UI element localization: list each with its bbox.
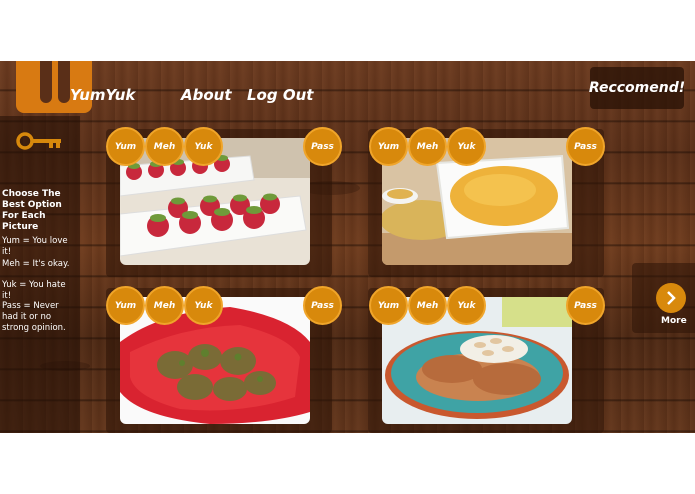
card-2-yum-button[interactable]: Yum <box>369 127 408 166</box>
card-3-meh-button[interactable]: Meh <box>145 286 184 325</box>
more-panel: More <box>632 263 695 333</box>
legend-meh: Meh = It's okay. <box>2 259 70 269</box>
legend-pass: Pass = Never had it or no strong opinion… <box>2 301 66 333</box>
more-button[interactable] <box>656 283 686 313</box>
recommend-button[interactable]: Reccomend! <box>589 67 685 109</box>
key-icon <box>16 132 61 150</box>
chevron-right-icon <box>667 291 676 305</box>
card-4-meh-button[interactable]: Meh <box>408 286 447 325</box>
card-3-yum-button[interactable]: Yum <box>106 286 145 325</box>
nav-logout-link[interactable]: Log Out <box>247 86 313 104</box>
sidebar-heading: Choose The Best Option For Each Picture <box>2 189 62 232</box>
legend-yuk: Yuk = You hate it! <box>2 280 66 301</box>
card-1-meh-button[interactable]: Meh <box>145 127 184 166</box>
app-window: YumYuk About Log Out Reccomend! Choose T… <box>0 61 695 433</box>
brand-name: YumYuk <box>70 86 136 104</box>
logo-bar <box>58 61 70 103</box>
card-1-yum-button[interactable]: Yum <box>106 127 145 166</box>
card-2-yuk-button[interactable]: Yuk <box>447 127 486 166</box>
card-3-pass-button[interactable]: Pass <box>303 286 342 325</box>
card-4-pass-button[interactable]: Pass <box>566 286 605 325</box>
card-1-pass-button[interactable]: Pass <box>303 127 342 166</box>
card-2-pass-button[interactable]: Pass <box>566 127 605 166</box>
card-1-yuk-button[interactable]: Yuk <box>184 127 223 166</box>
logo-bar <box>40 61 52 103</box>
card-4-yuk-button[interactable]: Yuk <box>447 286 486 325</box>
nav-about-link[interactable]: About <box>181 86 232 104</box>
legend-yum: Yum = You love it! <box>2 236 68 257</box>
sidebar: Choose The Best Option For Each Picture … <box>0 116 80 433</box>
more-label: More <box>661 316 687 326</box>
card-4-yum-button[interactable]: Yum <box>369 286 408 325</box>
card-2-meh-button[interactable]: Meh <box>408 127 447 166</box>
card-3-yuk-button[interactable]: Yuk <box>184 286 223 325</box>
